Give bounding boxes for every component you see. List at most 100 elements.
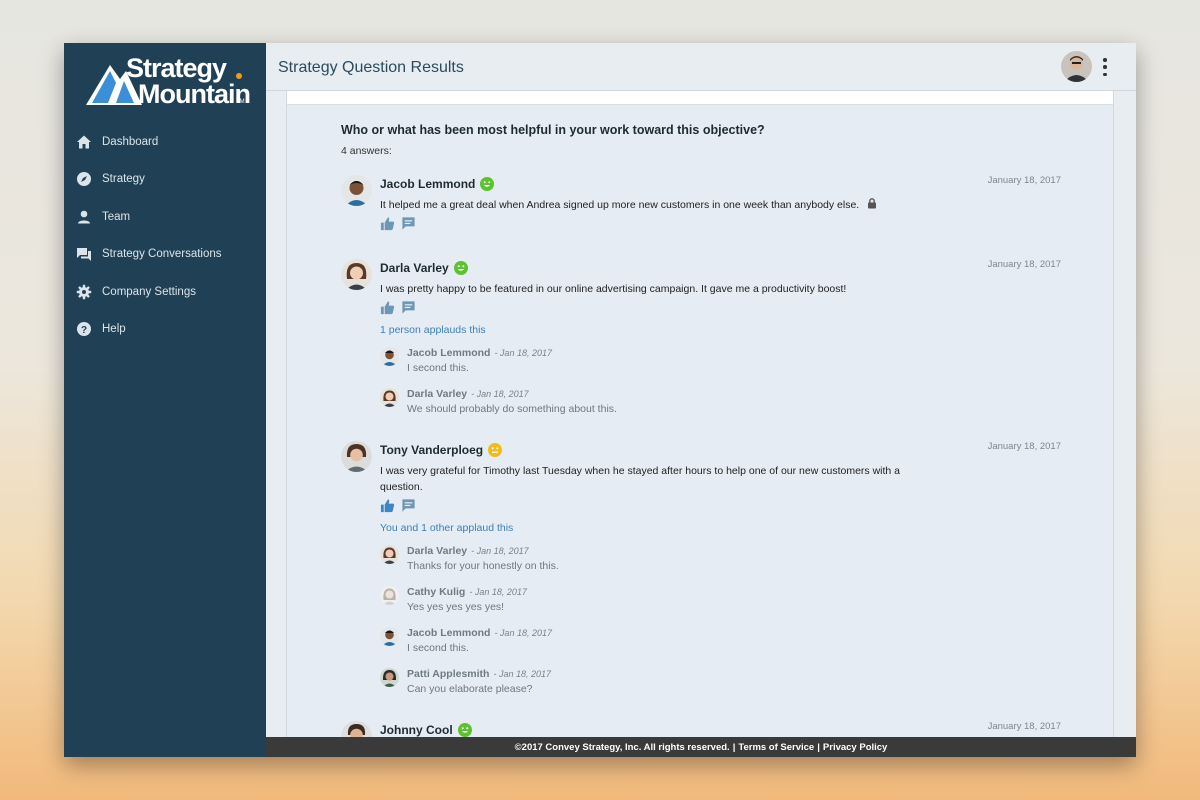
results-content: Who or what has been most helpful in you… [286,91,1114,737]
comment-date: - Jan 18, 2017 [469,587,527,597]
avatar [341,721,372,737]
comment-text: I second this. [407,642,469,654]
answer-item: Darla Varley January 18, 2017 I was pret… [341,259,1061,425]
applaud-link[interactable]: 1 person applauds this [380,324,486,336]
answer-text: It helped me a great deal when Andrea si… [380,197,940,213]
comment-item: Jacob Lemmond - Jan 18, 2017 I second thi… [380,347,900,383]
sidebar-item-help[interactable]: ? Help [64,311,266,349]
avatar [341,259,372,290]
answer-author: Darla Varley [380,261,468,275]
applaud-link[interactable]: You and 1 other applaud this [380,522,513,534]
sidebar: Strategy Mountain TM Dashboard Strategy … [64,43,266,757]
comment-author: Darla Varley - Jan 18, 2017 [407,388,529,400]
person-icon [78,210,90,224]
user-avatar[interactable] [1061,51,1092,82]
help-icon: ? [77,322,91,337]
answer-date: January 18, 2017 [987,441,1061,452]
sidebar-item-company-settings[interactable]: Company Settings [64,273,266,311]
thumbs-up-icon[interactable] [380,498,395,513]
sidebar-item-label: Help [102,323,126,336]
logo-trademark: TM [236,99,245,105]
question-text: Who or what has been most helpful in you… [341,123,765,137]
answer-text: I was pretty happy to be featured in our… [380,283,847,295]
comment-text: I second this. [407,362,469,374]
answer-author: Tony Vanderploeg [380,443,503,457]
sidebar-item-strategy-conversations[interactable]: Strategy Conversations [64,236,266,274]
privacy-policy-link[interactable]: Privacy Policy [823,742,887,753]
svg-text:?: ? [81,325,87,336]
happy-face-icon [480,177,495,191]
compass-icon [77,172,91,187]
sidebar-item-label: Strategy [102,173,145,186]
answer-author: Jacob Lemmond [380,177,495,191]
comment-date: - Jan 18, 2017 [471,546,529,556]
strategy-mountain-logo[interactable]: Strategy Mountain TM [86,53,251,109]
comment-author: Cathy Kulig - Jan 18, 2017 [407,586,527,598]
logo-word-mountain: Mountain [138,79,251,109]
user-avatar-image [1061,51,1092,82]
sidebar-item-label: Company Settings [102,285,196,298]
answer-date: January 18, 2017 [987,175,1061,186]
comment-icon[interactable] [401,216,416,231]
page-title: Strategy Question Results [278,59,464,76]
answer-item: Tony Vanderploeg January 18, 2017 I was … [341,441,1061,697]
comment-text: Yes yes yes yes yes! [407,601,505,613]
comment-item: Jacob Lemmond - Jan 18, 2017 I second thi… [380,627,900,663]
sidebar-nav: Dashboard Strategy Team Strategy Convers… [64,123,266,348]
chat-icon [77,248,91,262]
comment-item: Patti Applesmith - Jan 18, 2017 Can you e… [380,668,900,704]
avatar [380,347,399,366]
answer-date: January 18, 2017 [987,259,1061,270]
avatar [380,388,399,407]
comment-date: - Jan 18, 2017 [493,669,551,679]
sidebar-item-label: Dashboard [102,135,159,148]
comment-text: Thanks for your honestly on this. [407,560,559,572]
comment-item: Darla Varley - Jan 18, 2017 Thanks for yo… [380,545,900,581]
avatar [380,545,399,564]
happy-face-icon [453,261,468,275]
happy-face-icon [457,723,472,737]
footer-separator: | [732,741,736,753]
thumbs-up-icon[interactable] [380,300,395,315]
top-header: Strategy Question Results [266,43,1136,91]
answer-text: I was very grateful for Timothy last Tue… [380,465,901,493]
comment-author: Patti Applesmith - Jan 18, 2017 [407,668,551,680]
sidebar-item-dashboard[interactable]: Dashboard [64,123,266,161]
lock-icon [868,198,877,209]
app-window: Strategy Mountain TM Dashboard Strategy … [64,43,1136,757]
comment-author: Jacob Lemmond - Jan 18, 2017 [407,347,552,359]
sidebar-item-strategy[interactable]: Strategy [64,161,266,199]
answer-actions [380,498,416,513]
answer-item: Jacob Lemmond January 18, 2017 It helped… [341,175,1061,231]
comment-item: Cathy Kulig - Jan 18, 2017 Yes yes yes ye… [380,586,900,622]
terms-of-service-link[interactable]: Terms of Service [738,742,814,753]
comment-icon[interactable] [401,498,416,513]
copyright-text: ©2017 Convey Strategy, Inc. All rights r… [514,741,730,753]
footer: ©2017 Convey Strategy, Inc. All rights r… [266,737,1136,757]
neutral-face-icon [488,443,503,457]
avatar [341,175,372,206]
answer-author: Johnny Cool [380,723,472,737]
comment-date: - Jan 18, 2017 [471,389,529,399]
answer-actions [380,300,416,315]
footer-separator: | [817,741,820,753]
comment-text: Can you elaborate please? [407,683,533,695]
sidebar-item-team[interactable]: Team [64,198,266,236]
comment-author: Darla Varley - Jan 18, 2017 [407,545,529,557]
comment-icon[interactable] [401,300,416,315]
comment-text: We should probably do something about th… [407,403,617,415]
comment-date: - Jan 18, 2017 [494,628,552,638]
more-options-icon[interactable] [1102,58,1108,76]
comment-author: Jacob Lemmond - Jan 18, 2017 [407,627,552,639]
gear-icon [76,284,92,299]
answer-item: Johnny Cool January 18, 2017 [341,721,1061,737]
sidebar-item-label: Strategy Conversations [102,248,222,261]
avatar [380,668,399,687]
avatar [380,627,399,646]
answer-date: January 18, 2017 [987,721,1061,732]
comment-date: - Jan 18, 2017 [494,348,552,358]
avatar [380,586,399,605]
avatar [341,441,372,472]
thumbs-up-icon[interactable] [380,216,395,231]
answer-actions [380,216,416,231]
